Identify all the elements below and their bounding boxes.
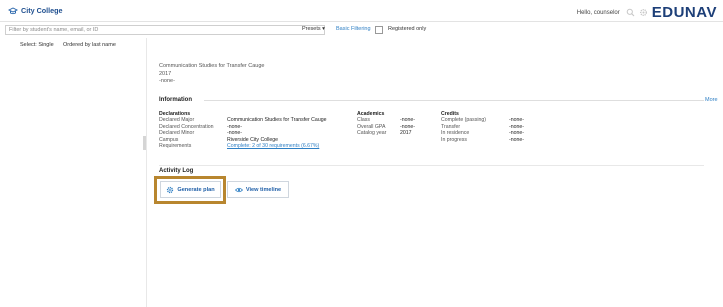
filter-bar: Presets ▾ Basic Filtering Registered onl…	[0, 23, 723, 37]
student-search-input[interactable]	[5, 25, 325, 35]
information-heading: Information	[159, 97, 192, 103]
credits-values: -none- -none- -none- -none-	[509, 111, 524, 143]
brand-logo: EDUNAV	[651, 4, 717, 21]
top-bar: City College Hello, counselor EDUNAV	[0, 0, 723, 22]
requirements-label: Requirements	[159, 143, 192, 150]
gear-icon[interactable]	[639, 8, 648, 17]
class-value: -none-	[400, 117, 415, 124]
sort-order-toggle[interactable]: Ordered by last name	[63, 42, 116, 48]
requirements-link[interactable]: Complete: 2 of 30 requirements (6.67%)	[227, 143, 326, 149]
presets-dropdown[interactable]: Presets ▾	[302, 26, 325, 32]
generate-plan-button[interactable]: Generate plan	[160, 181, 221, 198]
in-progress-label: In progress	[441, 136, 467, 143]
gear-icon	[166, 186, 174, 194]
registered-only-label[interactable]: Registered only	[388, 26, 426, 32]
header-right: Hello, counselor EDUNAV	[577, 4, 717, 21]
student-summary: Communication Studies for Transfer Cauge…	[159, 63, 264, 86]
catalog-year-label: Catalog year	[357, 130, 387, 137]
declared-major-value: Communication Studies for Transfer Cauge	[227, 117, 327, 124]
panel-resize-handle[interactable]	[143, 136, 146, 150]
student-extra: -none-	[159, 78, 175, 84]
basic-filtering-link[interactable]: Basic Filtering	[336, 26, 371, 32]
in-residence-value: -none-	[509, 130, 524, 137]
student-program: Communication Studies for Transfer Cauge	[159, 63, 265, 69]
view-timeline-button[interactable]: View timeline	[227, 181, 289, 198]
eye-icon	[234, 187, 243, 193]
declarations-values: Communication Studies for Transfer Cauge…	[227, 111, 326, 149]
student-list-panel: Select: Single Ordered by last name	[0, 38, 147, 307]
complete-passing-value: -none-	[509, 117, 524, 124]
declarations-labels: Declarations Declared Major Declared Con…	[159, 111, 214, 149]
more-link[interactable]: More	[705, 97, 718, 103]
search-icon[interactable]	[626, 8, 635, 17]
catalog-year-value: 2017	[400, 130, 412, 137]
graduation-cap-icon	[8, 6, 18, 16]
registered-only-checkbox[interactable]	[375, 25, 383, 34]
information-divider	[204, 100, 704, 101]
app-title: City College	[21, 6, 63, 15]
academics-values: -none- -none- 2017	[400, 111, 415, 137]
activity-log-heading: Activity Log	[159, 168, 194, 174]
user-greeting[interactable]: Hello, counselor	[577, 10, 620, 16]
student-detail-panel: Communication Studies for Transfer Cauge…	[147, 38, 723, 307]
credits-labels: Credits Complete (passing) Transfer In r…	[441, 111, 486, 143]
in-progress-value: -none-	[509, 136, 524, 143]
view-timeline-label: View timeline	[245, 186, 282, 193]
select-mode-toggle[interactable]: Select: Single	[20, 42, 54, 48]
student-year: 2017	[159, 70, 172, 77]
complete-passing-label: Complete (passing)	[441, 117, 486, 124]
generate-plan-label: Generate plan	[177, 186, 215, 193]
app-logo[interactable]: City College	[8, 6, 63, 16]
activity-log-divider	[159, 165, 704, 166]
academics-labels: Academics Class Overall GPA Catalog year	[357, 111, 386, 137]
